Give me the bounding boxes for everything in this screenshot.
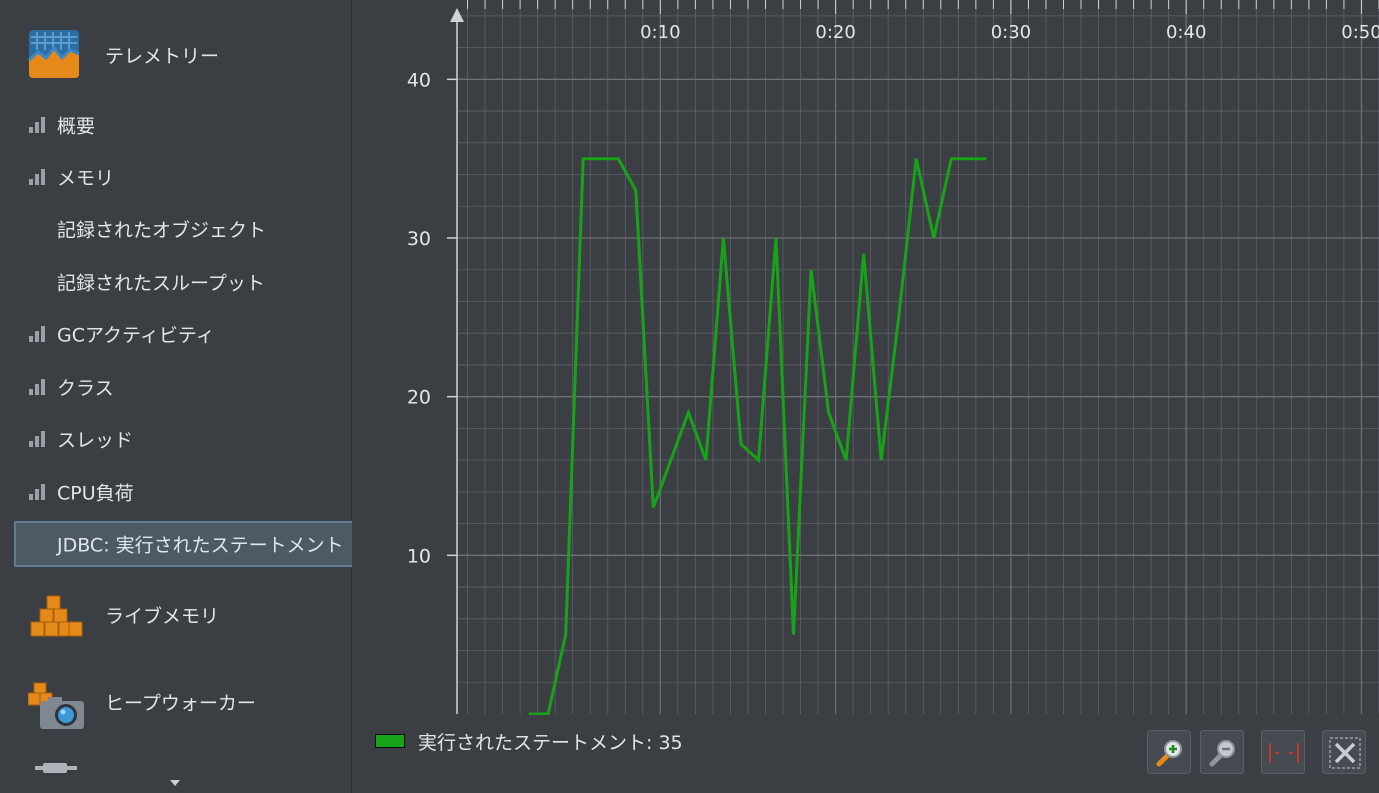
section-live-memory[interactable]: ライブメモリ	[0, 580, 351, 650]
x-tick-label: 0:10	[640, 22, 680, 43]
sidebar-item-label: クラス	[57, 377, 114, 400]
chart-panel: 0:10 0:20 0:30 0:40 0:50 10 20 30 40 実行されたステートメ…	[352, 0, 1379, 793]
y-tick-label: 30	[407, 228, 431, 250]
camera-cubes-icon	[28, 682, 84, 729]
sidebar-item-cpu-load[interactable]: CPU負荷	[0, 472, 351, 512]
sidebar-item-label: スレッド	[57, 429, 134, 452]
x-tick-label: 0:30	[991, 22, 1031, 43]
bar-chart-icon	[29, 326, 47, 342]
plug-icon	[35, 763, 77, 773]
y-axis-arrow-icon	[450, 8, 464, 22]
scroll-down-arrow-icon[interactable]	[170, 780, 180, 786]
x-tick-label: 0:20	[815, 22, 855, 43]
y-tick-label: 40	[407, 69, 431, 91]
sidebar-item-label: GCアクティビティ	[57, 324, 215, 347]
y-tick-labels: 10 20 30 40	[407, 69, 431, 567]
sidebar-item-label: 概要	[57, 115, 96, 138]
series-layer	[528, 157, 987, 715]
y-tick-label: 10	[407, 545, 431, 567]
sidebar-item-classes[interactable]: クラス	[0, 367, 351, 407]
sidebar-item-recorded-throughput[interactable]: 記録されたスループット	[0, 262, 351, 302]
sidebar: テレメトリー 概要 メモリ 記録されたオブジェクト 記録されたスループット GC…	[0, 0, 398, 793]
reset-zoom-icon	[1329, 737, 1361, 769]
zoom-in-button[interactable]	[1147, 730, 1191, 774]
sidebar-item-threads[interactable]: スレッド	[0, 419, 351, 459]
section-live-memory-label: ライブメモリ	[105, 605, 220, 628]
bar-chart-icon	[29, 431, 47, 447]
sidebar-item-label: 記録されたスループット	[57, 272, 265, 295]
fit-width-button[interactable]	[1261, 730, 1305, 774]
sidebar-item-memory[interactable]: メモリ	[0, 157, 351, 197]
sidebar-item-label: JDBC: 実行されたステートメント	[57, 534, 344, 557]
telemetry-chart[interactable]: 0:10 0:20 0:30 0:40 0:50 10 20 30 40	[352, 0, 1379, 793]
sidebar-item-overview[interactable]: 概要	[0, 105, 351, 145]
legend-swatch	[375, 734, 405, 748]
bar-chart-icon	[29, 379, 47, 395]
x-tick-label: 0:50	[1341, 22, 1379, 43]
y-tick-label: 20	[407, 387, 431, 409]
legend-label: 実行されたステートメント: 35	[418, 732, 683, 754]
telemetry-icon	[28, 30, 80, 78]
sidebar-item-jdbc-statements[interactable]: JDBC: 実行されたステートメント	[14, 521, 398, 567]
zoom-out-icon	[1209, 740, 1235, 767]
chart-axes	[447, 8, 464, 714]
x-tick-labels: 0:10 0:20 0:30 0:40 0:50	[640, 22, 1379, 43]
x-tick-label: 0:40	[1166, 22, 1206, 43]
fit-width-icon	[1269, 743, 1299, 763]
cubes-icon	[30, 595, 83, 637]
section-telemetry[interactable]: テレメトリー	[0, 20, 351, 90]
major-grid	[457, 0, 1379, 714]
reset-zoom-button[interactable]	[1322, 730, 1366, 774]
section-heap-walker-label: ヒープウォーカー	[105, 692, 256, 715]
series-line	[528, 157, 987, 715]
section-heap-walker[interactable]: ヒープウォーカー	[0, 667, 351, 737]
sidebar-item-gc-activity[interactable]: GCアクティビティ	[0, 314, 351, 354]
sidebar-item-label: CPU負荷	[57, 482, 134, 505]
minor-grid	[457, 0, 1379, 714]
sidebar-item-label: 記録されたオブジェクト	[57, 219, 267, 242]
bar-chart-icon	[29, 484, 47, 500]
zoom-out-button[interactable]	[1200, 730, 1244, 774]
bar-chart-icon	[29, 117, 47, 133]
sidebar-item-label: メモリ	[57, 167, 115, 190]
section-telemetry-label: テレメトリー	[105, 45, 220, 68]
zoom-in-icon	[1156, 740, 1182, 767]
bar-chart-icon	[29, 169, 47, 185]
sidebar-item-recorded-objects[interactable]: 記録されたオブジェクト	[0, 209, 351, 249]
